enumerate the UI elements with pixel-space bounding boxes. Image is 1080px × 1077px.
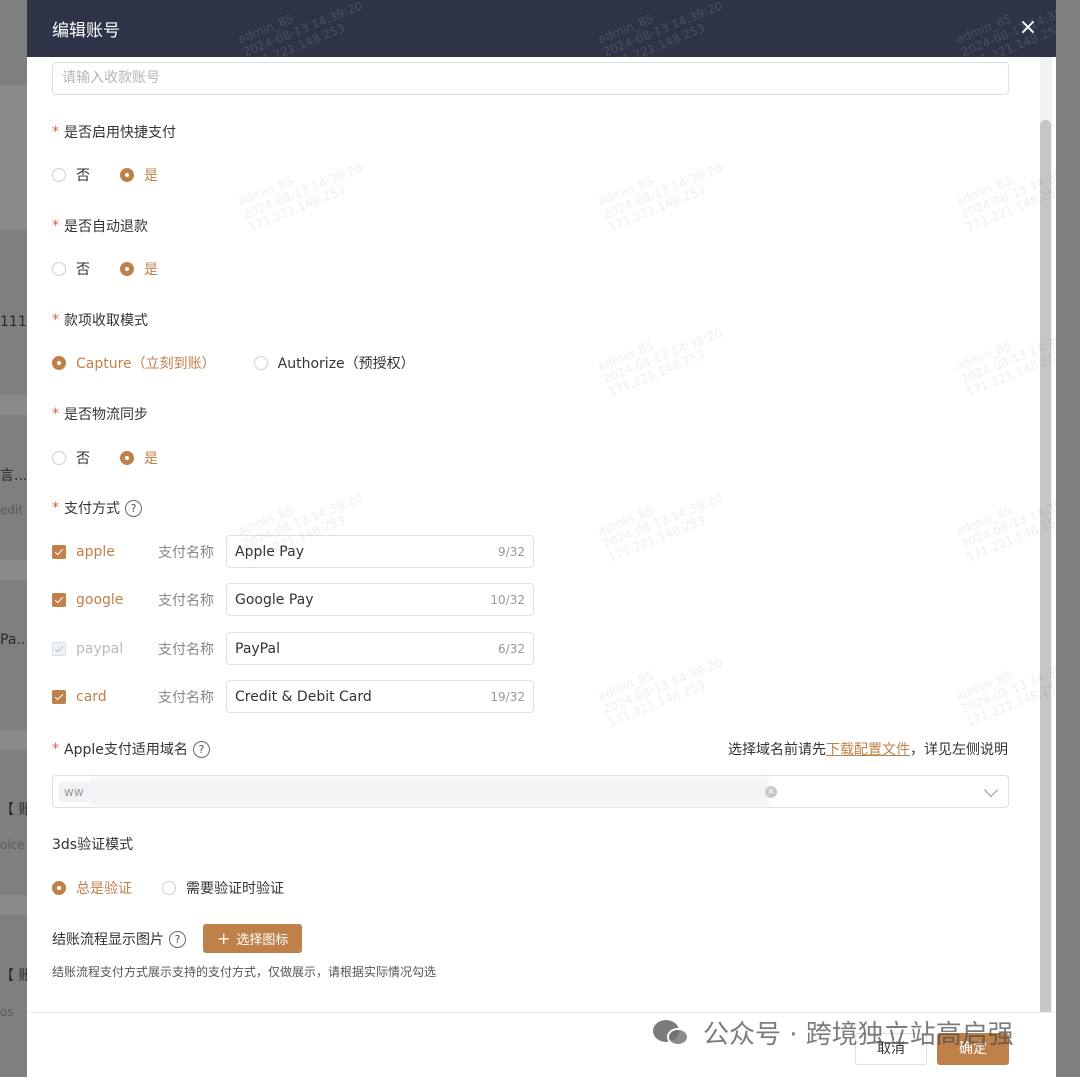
- plus-icon: +: [217, 929, 231, 948]
- payment-name-label: 支付名称: [158, 641, 214, 658]
- edit-account-dialog: 编辑账号 × admin_85 2024-08-13 14:39:20 171.22…: [27, 0, 1056, 1077]
- background-text: 言...: [0, 468, 28, 484]
- checkout-image-hint: 结账流程支付方式展示支持的支付方式，仅做展示，请根据实际情况勾选: [52, 965, 437, 979]
- background-strip: [0, 395, 30, 415]
- capture-mode-radio-capture[interactable]: Capture（立刻到账）: [52, 353, 216, 373]
- payment-method-key: google: [76, 591, 124, 608]
- apple-domain-select[interactable]: ww ×: [52, 775, 1009, 808]
- background-text: os: [0, 1005, 14, 1019]
- card-name-input[interactable]: Credit & Debit Card 19/32: [226, 680, 534, 713]
- dialog-title: 编辑账号: [52, 21, 120, 41]
- required-mark: *: [52, 406, 59, 422]
- apple-checkbox[interactable]: [52, 544, 66, 559]
- auto-refund-label: * 是否自动退款: [52, 218, 148, 235]
- redacted-area: [89, 778, 769, 806]
- char-count: 19/32: [490, 689, 525, 704]
- logistics-sync-radio-no[interactable]: 否: [52, 448, 90, 468]
- payment-method-row-apple: apple 支付名称 Apple Pay 9/32: [52, 535, 534, 568]
- payment-methods-label: * 支付方式?: [52, 498, 142, 518]
- char-count: 10/32: [490, 592, 525, 607]
- capture-mode-radio-authorize[interactable]: Authorize（预授权）: [253, 353, 415, 373]
- required-mark: *: [52, 312, 59, 328]
- payment-method-key: paypal: [76, 640, 124, 657]
- google-name-input[interactable]: Google Pay 10/32: [226, 583, 534, 616]
- payment-account-input[interactable]: 请输入收款账号: [52, 62, 1009, 95]
- required-mark: *: [52, 124, 59, 140]
- quick-pay-radio-yes[interactable]: 是: [120, 165, 158, 185]
- card-checkbox[interactable]: [52, 689, 66, 704]
- logistics-sync-radio-group: 否 是: [52, 448, 188, 468]
- chevron-down-icon: [983, 782, 999, 798]
- select-icon-button[interactable]: + 选择图标: [203, 924, 303, 953]
- payment-name-label: 支付名称: [158, 689, 214, 706]
- payment-name-label: 支付名称: [158, 544, 214, 561]
- background-strip: [0, 895, 30, 915]
- confirm-button[interactable]: 确定: [937, 1033, 1009, 1065]
- quick-pay-radio-no[interactable]: 否: [52, 165, 90, 185]
- quick-pay-radio-group: 否 是: [52, 165, 188, 185]
- google-checkbox[interactable]: [52, 592, 66, 607]
- background-text: oice: [0, 838, 25, 852]
- required-mark: *: [52, 500, 59, 516]
- background-strip: [0, 730, 30, 750]
- logistics-sync-label: * 是否物流同步: [52, 406, 148, 423]
- help-icon[interactable]: ?: [192, 740, 210, 758]
- payment-method-row-google: google 支付名称 Google Pay 10/32: [52, 583, 534, 616]
- dialog-header: 编辑账号 × admin_85 2024-08-13 14:39:20 171.22…: [27, 0, 1056, 72]
- three-ds-radio-group: 总是验证 需要验证时验证: [52, 878, 314, 898]
- quick-pay-label: * 是否启用快捷支付: [52, 124, 176, 141]
- checkout-image-label: 结账流程显示图片?: [52, 929, 186, 949]
- dialog-footer: 取消 确定: [27, 1012, 1056, 1077]
- tag-close-icon[interactable]: ×: [765, 786, 777, 798]
- dialog-body: 请输入收款账号 * 是否启用快捷支付 否 是 * 是否自动退款 否 是 * 款项收取模…: [27, 57, 1056, 1012]
- auto-refund-radio-yes[interactable]: 是: [120, 259, 158, 279]
- scrollbar-thumb[interactable]: [1040, 120, 1051, 1012]
- auto-refund-radio-group: 否 是: [52, 259, 188, 279]
- payment-method-key: apple: [76, 543, 115, 560]
- close-icon[interactable]: ×: [1016, 16, 1040, 40]
- char-count: 9/32: [498, 544, 525, 559]
- payment-method-row-paypal: paypal 支付名称 PayPal 6/32: [52, 632, 534, 665]
- char-count: 6/32: [498, 641, 525, 656]
- download-config-link[interactable]: 下载配置文件: [826, 742, 910, 758]
- logistics-sync-radio-yes[interactable]: 是: [120, 448, 158, 468]
- three-ds-label: 3ds验证模式: [52, 837, 134, 853]
- three-ds-radio-when-needed[interactable]: 需要验证时验证: [162, 878, 284, 898]
- required-mark: *: [52, 218, 59, 234]
- paypal-name-input[interactable]: PayPal 6/32: [226, 632, 534, 665]
- payment-method-row-card: card 支付名称 Credit & Debit Card 19/32: [52, 680, 534, 713]
- background-strip: [0, 85, 30, 230]
- capture-mode-label: * 款项收取模式: [52, 312, 148, 329]
- help-icon[interactable]: ?: [125, 499, 142, 517]
- download-config-note: 选择域名前请先下载配置文件，详见左侧说明: [728, 742, 1008, 758]
- apple-name-input[interactable]: Apple Pay 9/32: [226, 535, 534, 568]
- payment-method-key: card: [76, 688, 107, 705]
- capture-mode-radio-group: Capture（立刻到账） Authorize（预授权）: [52, 353, 445, 373]
- auto-refund-radio-no[interactable]: 否: [52, 259, 90, 279]
- payment-name-label: 支付名称: [158, 592, 214, 609]
- apple-domain-label: * Apple支付适用域名?: [52, 739, 210, 759]
- background-strip: [0, 560, 30, 580]
- required-mark: *: [52, 741, 59, 757]
- help-icon[interactable]: ?: [169, 930, 186, 948]
- domain-tag: ww: [59, 782, 89, 802]
- paypal-checkbox: [52, 641, 66, 656]
- background-text: Pa...: [0, 632, 30, 648]
- cancel-button[interactable]: 取消: [855, 1033, 927, 1065]
- three-ds-radio-always[interactable]: 总是验证: [52, 878, 132, 898]
- background-text: edit: [0, 503, 24, 517]
